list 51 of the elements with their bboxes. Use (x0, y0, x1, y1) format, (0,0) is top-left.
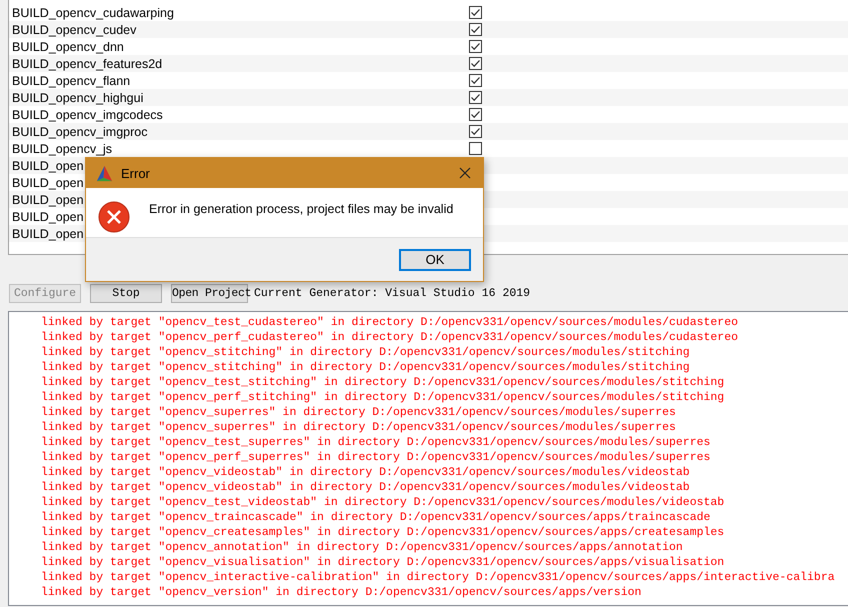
log-line: linked by target "opencv_visualisation" in directory D:/opencv331/opencv/sources/apps/visualisation (40, 555, 726, 570)
option-name: BUILD_opencv_js (12, 142, 112, 156)
log-line: linked by target "opencv_stitching" in directory D:/opencv331/opencv/sources/modules/stitching (40, 345, 691, 360)
checkbox[interactable] (469, 57, 482, 70)
log-line: linked by target "opencv_videostab" in directory D:/opencv331/opencv/sources/modules/videostab (40, 465, 691, 480)
log-line: linked by target "opencv_interactive-calibration" in directory D:/opencv331/opencv/sources/apps/interactive-calibra (40, 570, 836, 585)
log-line: linked by target "opencv_traincascade" in directory D:/opencv331/opencv/sources/apps/traincascade (40, 510, 712, 525)
option-name: BUILD_opencv_imgproc (12, 124, 148, 138)
dialog-title: Error (121, 166, 151, 180)
checkbox[interactable] (469, 125, 482, 138)
checkbox[interactable] (469, 91, 482, 104)
error-icon (98, 201, 130, 233)
log-line: linked by target "opencv_superres" in directory D:/opencv331/opencv/sources/modules/superres (40, 420, 677, 435)
log-line: linked by target "opencv_test_videostab" in directory D:/opencv331/opencv/sources/modules/videostab (40, 495, 726, 510)
toolbar-button[interactable]: Stop (90, 284, 162, 303)
option-name: BUILD_opencv_cudev (12, 22, 136, 36)
option-name: BUILD_open (12, 210, 84, 224)
checkbox[interactable] (469, 40, 482, 53)
log-line: linked by target "opencv_createsamples" in directory D:/opencv331/opencv/sources/apps/createsamples (40, 525, 726, 540)
checkbox[interactable] (469, 6, 482, 19)
checkbox[interactable] (469, 23, 482, 36)
checkbox[interactable] (469, 108, 482, 121)
triangle-logo-icon (96, 164, 113, 182)
option-name: BUILD_open (12, 226, 84, 240)
checkbox[interactable] (469, 142, 482, 155)
log-line: linked by target "opencv_test_stitching" in directory D:/opencv331/opencv/sources/modules/stitching (40, 375, 726, 390)
generator-label: Current Generator: Visual Studio 16 2019 (254, 287, 530, 300)
option-name: BUILD_open (12, 192, 84, 206)
log-line: linked by target "opencv_test_cudastereo" in directory D:/opencv331/opencv/sources/modules/cudastereo (40, 315, 740, 330)
option-name: BUILD_opencv_imgcodecs (12, 108, 163, 122)
ok-button[interactable]: OK (399, 248, 471, 270)
log-line: linked by target "opencv_videostab" in directory D:/opencv331/opencv/sources/modules/videostab (40, 480, 691, 495)
log-line: linked by target "opencv_version" in directory D:/opencv331/opencv/sources/apps/version (40, 585, 642, 600)
option-name: BUILD_opencv_features2d (12, 56, 162, 70)
log-line: linked by target "opencv_perf_stitching" in directory D:/opencv331/opencv/sources/modules/stitching (40, 390, 726, 405)
log-line: linked by target "opencv_perf_superres" in directory D:/opencv331/opencv/sources/modules/superres (40, 450, 712, 465)
log-line: linked by target "opencv_test_superres" in directory D:/opencv331/opencv/sources/modules/superres (40, 435, 712, 450)
option-name: BUILD_opencv_highgui (12, 90, 144, 104)
checkbox[interactable] (469, 74, 482, 87)
option-name: BUILD_open (12, 176, 84, 190)
option-name: BUILD_opencv_flann (12, 74, 130, 88)
toolbar-button[interactable]: Open Project (171, 284, 248, 303)
close-icon[interactable] (459, 167, 471, 179)
log-line: linked by target "opencv_superres" in directory D:/opencv331/opencv/sources/modules/superres (40, 405, 677, 420)
log-line: linked by target "opencv_perf_cudastereo" in directory D:/opencv331/opencv/sources/modules/cudastereo (40, 330, 740, 345)
log-line: linked by target "opencv_annotation" in directory D:/opencv331/opencv/sources/apps/annotation (40, 540, 684, 555)
option-name: BUILD_opencv_cudawarping (12, 6, 174, 20)
option-name: BUILD_open (12, 158, 84, 172)
log-line: linked by target "opencv_stitching" in directory D:/opencv331/opencv/sources/modules/stitching (40, 360, 691, 375)
error-message: Error in generation process, project files may be invalid (149, 201, 454, 216)
option-name: BUILD_opencv_dnn (12, 40, 124, 54)
